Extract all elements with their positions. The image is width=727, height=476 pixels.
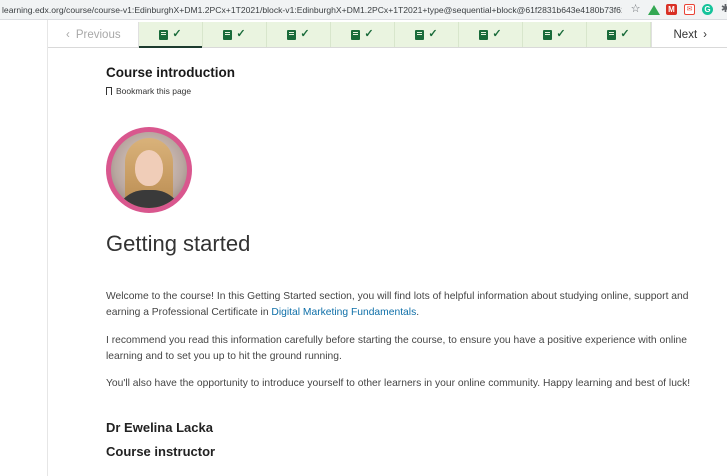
next-label: Next xyxy=(673,28,698,41)
sequence-unit-tab[interactable]: ✓ xyxy=(587,22,651,47)
certificate-link[interactable]: Digital Marketing Fundamentals xyxy=(271,307,416,318)
book-icon xyxy=(287,29,297,40)
drive-icon[interactable] xyxy=(647,4,660,15)
content-heading: Getting started xyxy=(106,231,251,256)
extension-toolbar: ☆ M ✉ G ✱ xyxy=(622,4,727,15)
welcome-paragraph: Welcome to the course! In this Getting S… xyxy=(106,289,698,320)
bookmark-icon xyxy=(106,87,112,95)
instructor-photo xyxy=(111,132,187,208)
book-icon xyxy=(479,29,489,40)
previous-label: Previous xyxy=(75,28,121,41)
page-border xyxy=(47,20,48,476)
book-icon xyxy=(607,29,617,40)
instructor-role: Course instructor xyxy=(106,444,216,459)
check-icon: ✓ xyxy=(300,28,310,40)
recommend-paragraph: I recommend you read this information ca… xyxy=(106,335,687,362)
book-icon xyxy=(543,29,553,40)
instructor-name: Dr Ewelina Lacka xyxy=(106,420,213,435)
community-paragraph: You'll also have the opportunity to intr… xyxy=(106,378,691,389)
sequence-unit-tab[interactable]: ✓ xyxy=(523,22,587,47)
address-url[interactable]: learning.edx.org/course/course-v1:Edinbu… xyxy=(0,5,622,15)
chevron-left-icon: ‹ xyxy=(66,28,70,41)
grammarly-icon[interactable]: G xyxy=(702,4,713,15)
check-icon: ✓ xyxy=(364,28,374,40)
book-icon xyxy=(415,29,425,40)
sequence-unit-tab[interactable]: ✓ xyxy=(139,22,203,48)
browser-address-bar: learning.edx.org/course/course-v1:Edinbu… xyxy=(0,0,727,20)
check-icon: ✓ xyxy=(172,28,182,40)
check-icon: ✓ xyxy=(428,28,438,40)
previous-button[interactable]: ‹ Previous xyxy=(48,22,139,47)
welcome-text-end: . xyxy=(416,306,420,318)
sequence-unit-tab[interactable]: ✓ xyxy=(459,22,523,47)
book-icon xyxy=(351,29,361,40)
next-button[interactable]: Next › xyxy=(651,22,727,47)
bookmark-button[interactable]: Bookmark this page xyxy=(106,86,191,96)
sequence-unit-tab[interactable]: ✓ xyxy=(203,22,267,47)
gmail-icon[interactable]: ✉ xyxy=(684,4,695,15)
chevron-right-icon: › xyxy=(703,28,707,41)
check-icon: ✓ xyxy=(556,28,566,40)
instructor-avatar xyxy=(106,127,192,213)
sequence-units: ✓ ✓ ✓ ✓ ✓ ✓ ✓ ✓ xyxy=(139,22,651,48)
book-icon xyxy=(223,29,233,40)
sequence-unit-tab[interactable]: ✓ xyxy=(331,22,395,47)
book-icon xyxy=(159,29,169,40)
puzzle-icon[interactable]: ✱ xyxy=(720,4,727,15)
sequence-navigation: ‹ Previous ✓ ✓ ✓ ✓ ✓ ✓ ✓ ✓ Next › xyxy=(48,22,727,48)
sequence-unit-tab[interactable]: ✓ xyxy=(267,22,331,47)
check-icon: ✓ xyxy=(236,28,246,40)
star-icon[interactable]: ☆ xyxy=(630,4,641,15)
mendeley-icon[interactable]: M xyxy=(666,4,677,15)
bookmark-label: Bookmark this page xyxy=(116,86,192,96)
check-icon: ✓ xyxy=(620,28,630,40)
check-icon: ✓ xyxy=(492,28,502,40)
unit-title: Course introduction xyxy=(106,65,235,80)
sequence-unit-tab[interactable]: ✓ xyxy=(395,22,459,47)
